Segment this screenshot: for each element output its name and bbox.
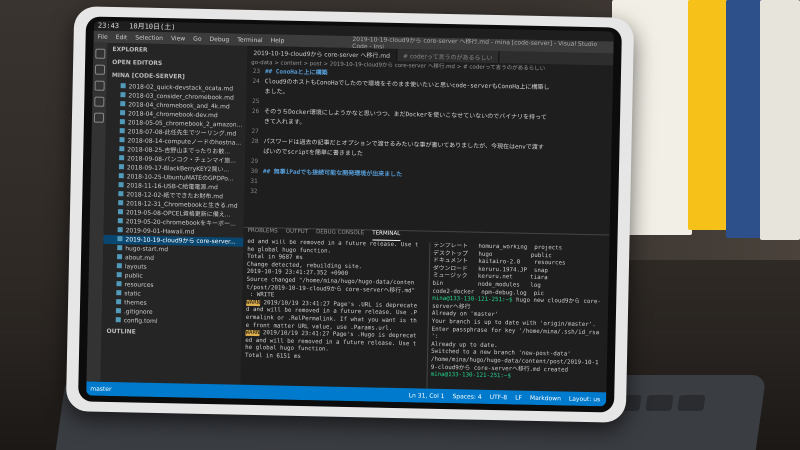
ipad-device: 23:43 10月10日(土) File Edit Selection View… [65, 6, 635, 423]
markdown-icon [117, 245, 123, 251]
menu-view[interactable]: View [171, 35, 185, 42]
git-icon [115, 308, 121, 314]
terminal-right[interactable]: テンプレート homura_working projects デスクトップ hug… [426, 242, 610, 393]
shell-prompt: mina@133-130-121-251:~$ [432, 295, 513, 304]
cursor-position[interactable]: Ln 31, Col 1 [409, 392, 445, 400]
settings-icon [115, 317, 121, 323]
debug-icon[interactable] [94, 96, 105, 107]
markdown-icon [117, 218, 123, 224]
markdown-icon [119, 146, 125, 152]
warn-badge: WARN [245, 329, 260, 337]
markdown-icon [118, 191, 124, 197]
markdown-icon [117, 227, 123, 233]
editor-area[interactable]: 23 ## ConoHaと上に構築 24 Cloud9のホストもConoHaでしたの… [243, 66, 613, 235]
shell-prompt: mina@133-130-121-251:~$ [430, 371, 511, 380]
vscode-window: 23:43 10月10日(土) File Edit Selection View… [86, 20, 614, 407]
bottom-panel: PROBLEMS OUTPUT DEBUG CONSOLE TERMINAL e… [240, 226, 610, 393]
tab-problems[interactable]: PROBLEMS [247, 228, 278, 239]
markdown-icon [119, 137, 125, 143]
menu-terminal[interactable]: Terminal [237, 36, 263, 44]
menu-debug[interactable]: Debug [209, 36, 229, 43]
markdown-icon [117, 236, 123, 242]
tab-debug-console[interactable]: DEBUG CONSOLE [316, 229, 364, 240]
markdown-icon [118, 182, 124, 188]
markdown-icon [118, 173, 124, 179]
key [645, 395, 674, 411]
menu-file[interactable]: File [98, 33, 108, 40]
branch-indicator[interactable]: master [90, 385, 111, 392]
terminal-left[interactable]: ed and will be removed in a future relea… [244, 239, 427, 389]
keyboard-layout[interactable]: Layout: us [569, 395, 600, 403]
markdown-icon [117, 254, 123, 260]
markdown-icon [119, 119, 125, 125]
source-control-icon[interactable] [94, 80, 105, 91]
markdown-icon [120, 83, 126, 89]
folder-icon [116, 299, 122, 305]
markdown-icon [120, 110, 126, 116]
extensions-icon[interactable] [93, 112, 105, 123]
markdown-icon [120, 92, 126, 98]
markdown-icon [119, 128, 125, 134]
folder-icon [116, 263, 122, 269]
menu-selection[interactable]: Selection [135, 34, 163, 42]
book-spine [726, 0, 764, 238]
book-spine [760, 0, 800, 240]
key [677, 395, 706, 411]
language-mode[interactable]: Markdown [530, 394, 561, 402]
outline-header[interactable]: OUTLINE [101, 325, 241, 341]
markdown-icon [118, 200, 124, 206]
indentation[interactable]: Spaces: 4 [452, 393, 481, 401]
encoding[interactable]: UTF-8 [490, 393, 508, 400]
clock: 23:43 [97, 21, 120, 31]
menu-help[interactable]: Help [271, 37, 285, 44]
folder-icon [116, 290, 122, 296]
tab-terminal[interactable]: TERMINAL [372, 230, 401, 242]
search-icon[interactable] [94, 64, 106, 75]
folder-icon [116, 272, 122, 278]
markdown-icon [117, 209, 124, 215]
folder-icon [116, 281, 122, 287]
date: 10月10日(土) [129, 22, 176, 32]
explorer-icon[interactable] [95, 48, 106, 59]
explorer-sidebar: EXPLORER OPEN EDITORS MINA [CODE-SERVER]… [100, 42, 248, 385]
tab-output[interactable]: OUTPUT [286, 229, 309, 239]
menu-go[interactable]: Go [193, 35, 201, 42]
markdown-icon [118, 164, 125, 170]
warn-badge: WARN [246, 299, 261, 306]
menu-edit[interactable]: Edit [116, 34, 128, 41]
photo-scene: 23:43 10月10日(土) File Edit Selection View… [0, 0, 800, 450]
eol[interactable]: LF [515, 394, 522, 401]
markdown-icon [120, 101, 126, 107]
markdown-icon [119, 155, 125, 161]
